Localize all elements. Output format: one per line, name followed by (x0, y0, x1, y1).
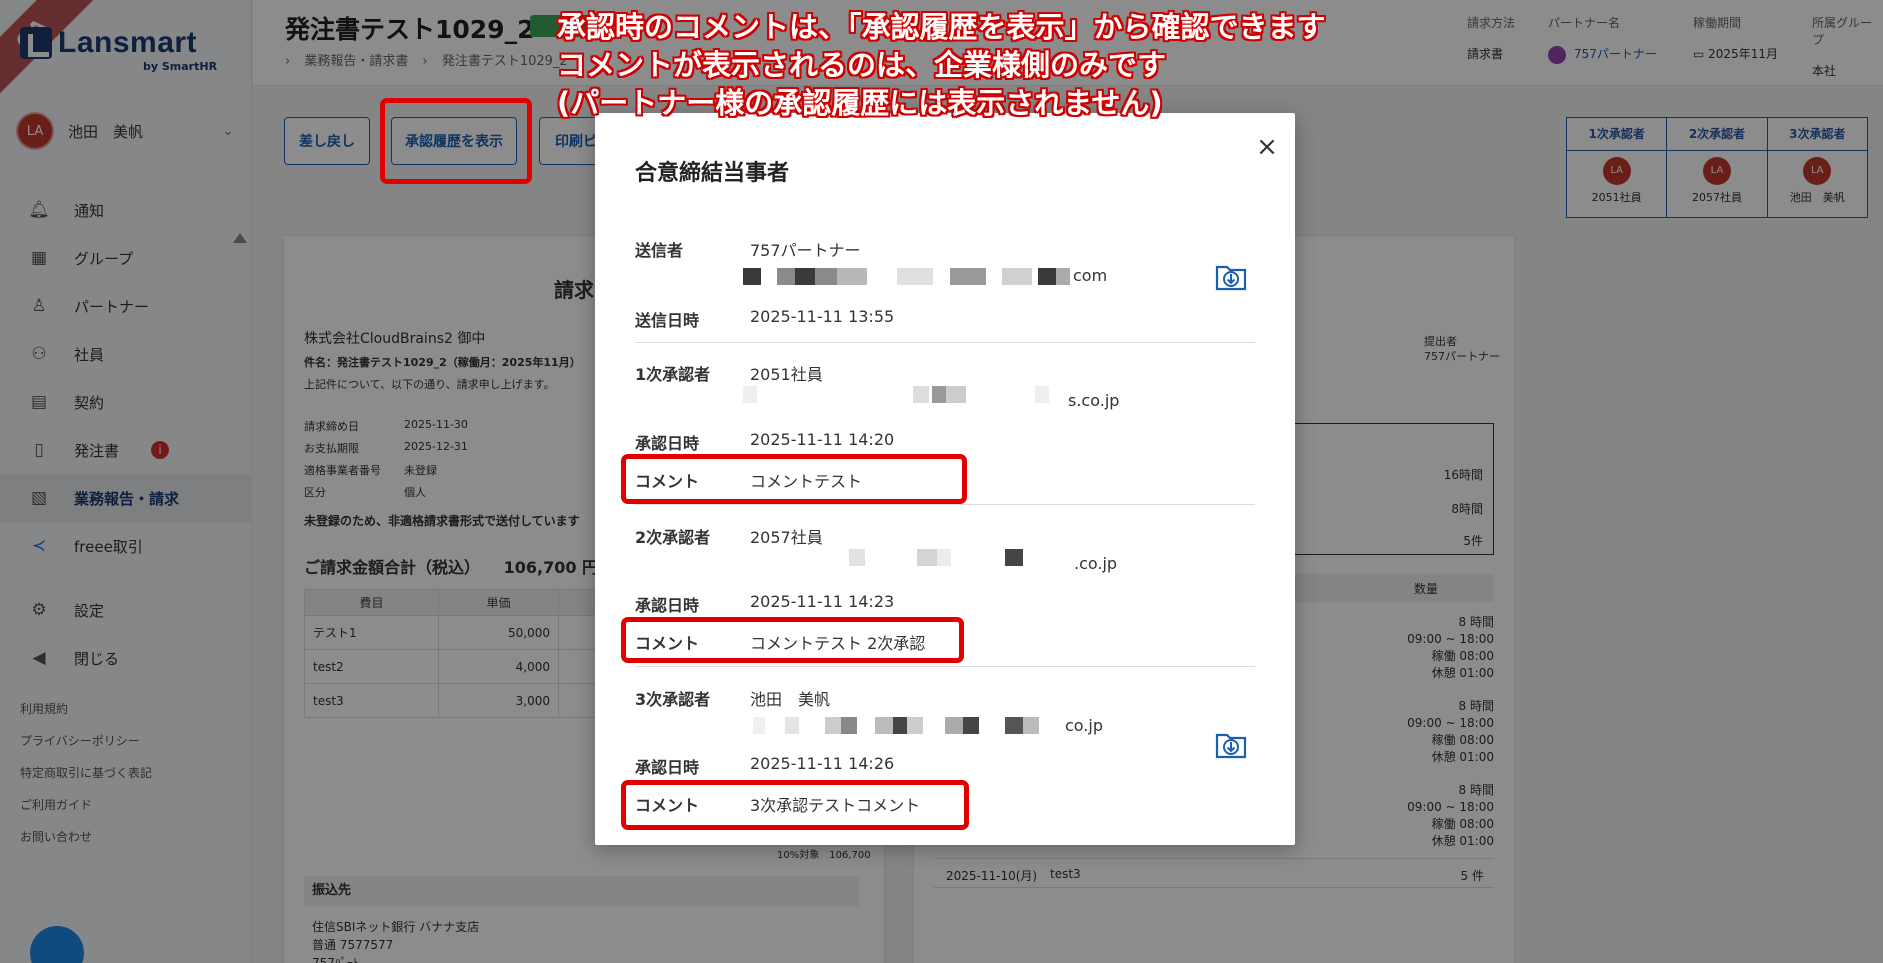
highlight-history-button (380, 98, 532, 184)
divider (635, 666, 1255, 667)
approved-at-value: 2025-11-11 14:26 (750, 754, 895, 773)
download-folder-icon[interactable] (1215, 263, 1247, 291)
approver-email-tail: .co.jp (1074, 554, 1118, 573)
highlight-comment-1 (621, 454, 967, 504)
approved-at-value: 2025-11-11 14:20 (750, 430, 895, 449)
sender-name: 757パートナー (750, 241, 861, 260)
highlight-comment-3 (621, 780, 969, 830)
approver-name: 池田 美帆 (750, 690, 831, 709)
close-icon[interactable]: × (1252, 132, 1282, 162)
approved-at-value: 2025-11-11 14:23 (750, 592, 895, 611)
sender-label: 送信者 (635, 241, 684, 260)
annotation-line: (パートナー様の承認履歴には表示されません) (557, 86, 1163, 120)
approver-label: 3次承認者 (635, 690, 711, 709)
sent-at-label: 送信日時 (635, 311, 700, 330)
sent-at-value: 2025-11-11 13:55 (750, 307, 895, 326)
download-folder-icon[interactable] (1215, 731, 1247, 759)
approver-label: 1次承認者 (635, 365, 711, 384)
approver-name: 2057社員 (750, 528, 823, 547)
divider (635, 342, 1255, 343)
sender-email-tail: com (1073, 266, 1108, 285)
approver-email-tail: s.co.jp (1068, 391, 1120, 410)
approved-at-label: 承認日時 (635, 434, 700, 453)
approved-at-label: 承認日時 (635, 596, 700, 615)
modal-title: 合意締結当事者 (635, 161, 790, 186)
approver-label: 2次承認者 (635, 528, 711, 547)
approver-name: 2051社員 (750, 365, 823, 384)
annotation-line: 承認時のコメントは、「承認履歴を表示」から確認できます (557, 10, 1326, 44)
approver-email-tail: co.jp (1065, 716, 1103, 735)
annotation-caption: 承認時のコメントは、「承認履歴を表示」から確認できます コメントが表示されるのは… (557, 8, 1326, 122)
divider (635, 504, 1255, 505)
highlight-comment-2 (621, 617, 964, 663)
annotation-line: コメントが表示されるのは、企業様側のみです (557, 48, 1167, 82)
approved-at-label: 承認日時 (635, 758, 700, 777)
